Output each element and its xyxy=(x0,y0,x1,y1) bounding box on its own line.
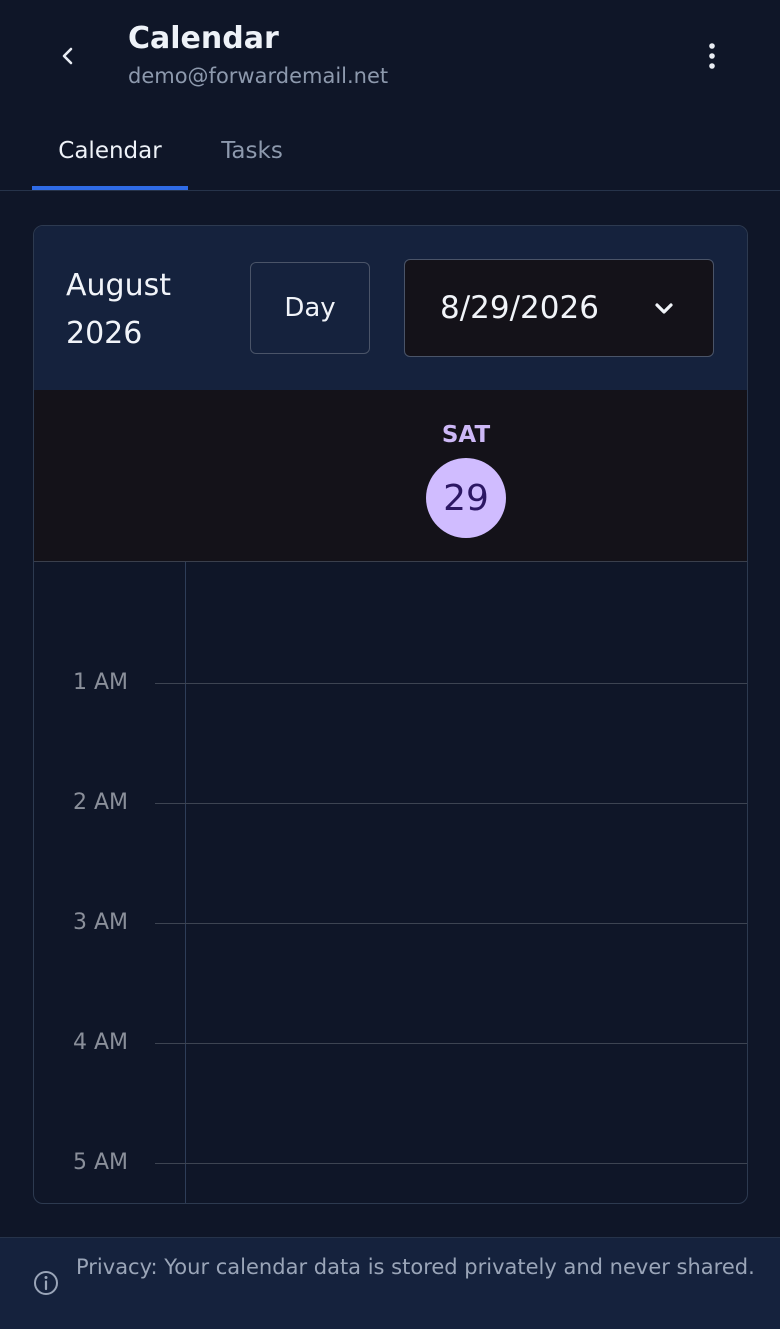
tab-tasks[interactable]: Tasks xyxy=(198,112,306,190)
day-column-header: SAT xyxy=(34,390,747,562)
today-date-circle[interactable]: 29 xyxy=(426,458,506,538)
privacy-text: Privacy: Your calendar data is stored pr… xyxy=(76,1255,755,1279)
tab-calendar[interactable]: Calendar xyxy=(32,112,188,190)
weekday-label: SAT xyxy=(441,422,491,448)
time-gutter-divider xyxy=(185,562,186,1203)
hour-label: 5 AM xyxy=(72,1150,128,1175)
hour-row: 3 AM xyxy=(34,910,747,935)
hour-label: 2 AM xyxy=(72,790,128,815)
info-icon xyxy=(34,1271,58,1295)
hour-label: 1 AM xyxy=(72,670,128,695)
hour-label: 3 AM xyxy=(72,910,128,935)
hour-line xyxy=(155,1163,747,1164)
month-label: August 2026 xyxy=(66,268,171,351)
active-tab-indicator xyxy=(32,186,188,190)
time-grid[interactable]: 1 AM 2 AM 3 AM 4 AM 5 AM xyxy=(34,562,747,1203)
calendar-card: August 2026 Day 8/29/2026 SAT 29 1 AM 2 … xyxy=(33,225,748,1204)
hour-row: 4 AM xyxy=(34,1030,747,1055)
hour-line xyxy=(155,1043,747,1044)
account-email: demo@forwardemail.net xyxy=(128,64,389,88)
back-button[interactable] xyxy=(46,34,90,78)
more-options-button[interactable] xyxy=(690,34,734,78)
hour-row: 1 AM xyxy=(34,670,747,695)
more-vertical-icon xyxy=(709,43,715,69)
chevron-down-icon xyxy=(651,296,677,322)
hour-row: 2 AM xyxy=(34,790,747,815)
date-value: 8/29/2026 xyxy=(440,290,599,326)
app-header: Calendar demo@forwardemail.net xyxy=(0,0,780,112)
hour-line xyxy=(155,683,747,684)
date-picker[interactable]: 8/29/2026 xyxy=(404,259,714,357)
privacy-notice: Privacy: Your calendar data is stored pr… xyxy=(0,1237,780,1329)
tab-bar: Calendar Tasks xyxy=(0,112,780,191)
page-title: Calendar xyxy=(128,21,279,56)
view-mode-button[interactable]: Day xyxy=(250,262,370,354)
chevron-left-icon xyxy=(62,47,73,65)
calendar-toolbar: August 2026 Day 8/29/2026 xyxy=(34,226,747,390)
hour-line xyxy=(155,803,747,804)
hour-label: 4 AM xyxy=(72,1030,128,1055)
hour-line xyxy=(155,923,747,924)
hour-row: 5 AM xyxy=(34,1150,747,1175)
